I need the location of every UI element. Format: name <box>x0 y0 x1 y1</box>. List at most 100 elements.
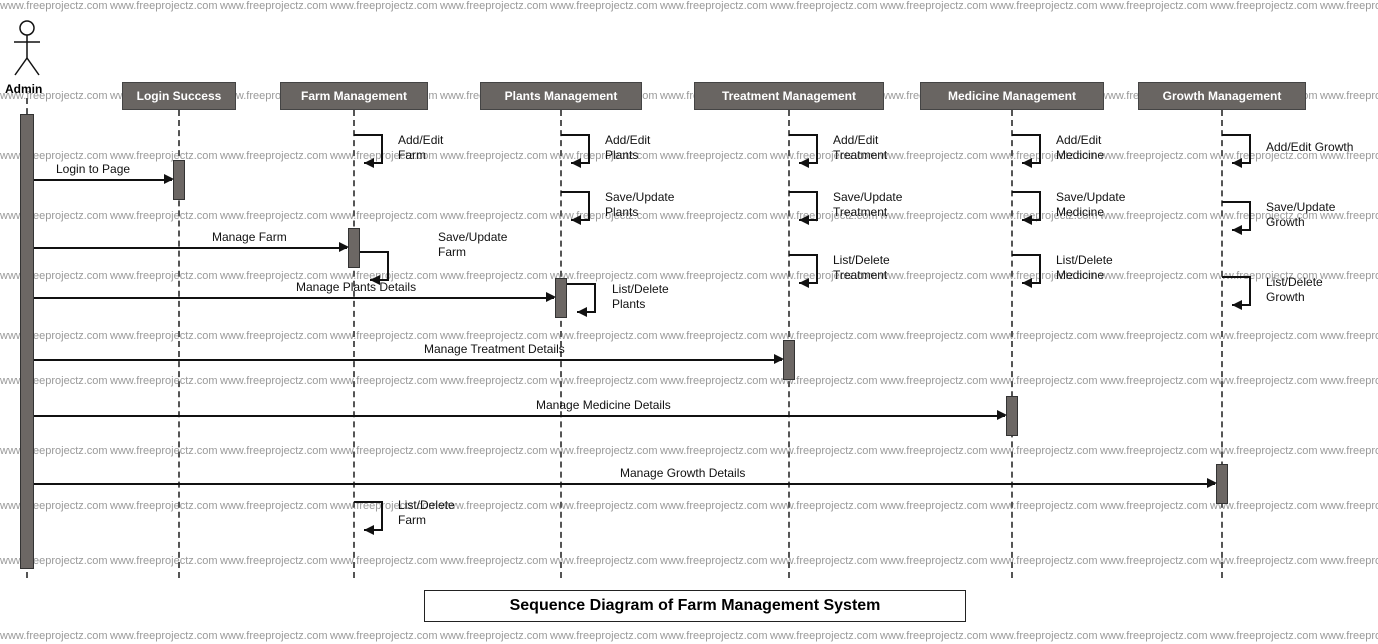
watermark: www.freeprojectz.com <box>880 210 988 222</box>
self-farm-addedit-label: Add/Edit <box>398 133 443 147</box>
watermark: www.freeprojectz.com <box>880 270 988 282</box>
watermark: www.freeprojectz.com <box>880 330 988 342</box>
msg-login-arrow <box>164 174 174 184</box>
watermark: www.freeprojectz.com <box>220 0 328 12</box>
watermark: www.freeprojectz.com <box>440 445 548 457</box>
watermark: www.freeprojectz.com <box>220 330 328 342</box>
watermark: www.freeprojectz.com <box>550 330 658 342</box>
watermark: www.freeprojectz.com <box>330 330 438 342</box>
watermark: www.freeprojectz.com <box>1320 500 1378 512</box>
msg-plants-arrow <box>546 292 556 302</box>
watermark: www.freeprojectz.com <box>0 330 108 342</box>
msg-treatment-label: Manage Treatment Details <box>424 342 565 356</box>
self-plants-saveupdate-label: Save/Update <box>605 190 674 204</box>
watermark: www.freeprojectz.com <box>770 500 878 512</box>
activation-medicine <box>1006 396 1018 436</box>
watermark: www.freeprojectz.com <box>0 555 108 567</box>
watermark: www.freeprojectz.com <box>0 445 108 457</box>
watermark: www.freeprojectz.com <box>1100 0 1208 12</box>
watermark: www.freeprojectz.com <box>1100 150 1208 162</box>
watermark: www.freeprojectz.com <box>0 210 108 222</box>
watermark: www.freeprojectz.com <box>330 630 438 642</box>
watermark: www.freeprojectz.com <box>110 630 218 642</box>
activation-plants <box>555 278 567 318</box>
self-treatment-saveupdate-label: Save/Update <box>833 190 902 204</box>
participant-farm: Farm Management <box>280 82 428 110</box>
self-farm-saveupdate-label: Save/Update <box>438 230 507 244</box>
self-growth-saveupdate-label: Save/Update <box>1266 200 1335 214</box>
watermark: www.freeprojectz.com <box>0 0 108 12</box>
watermark: www.freeprojectz.com <box>880 630 988 642</box>
watermark: www.freeprojectz.com <box>440 630 548 642</box>
participant-medicine: Medicine Management <box>920 82 1104 110</box>
watermark: www.freeprojectz.com <box>440 375 548 387</box>
watermark: www.freeprojectz.com <box>1320 270 1378 282</box>
actor-admin-label: Admin <box>5 82 42 96</box>
msg-farm-line <box>34 247 347 249</box>
watermark: www.freeprojectz.com <box>880 555 988 567</box>
participant-login: Login Success <box>122 82 236 110</box>
watermark: www.freeprojectz.com <box>660 0 768 12</box>
participant-plants: Plants Management <box>480 82 642 110</box>
self-plants-listdelete-label: List/Delete <box>612 282 669 296</box>
watermark: www.freeprojectz.com <box>1100 500 1208 512</box>
watermark: www.freeprojectz.com <box>990 555 1098 567</box>
watermark: www.freeprojectz.com <box>880 375 988 387</box>
watermark: www.freeprojectz.com <box>660 210 768 222</box>
watermark: www.freeprojectz.com <box>440 270 548 282</box>
msg-medicine-arrow <box>997 410 1007 420</box>
watermark: www.freeprojectz.com <box>1320 0 1378 12</box>
watermark: www.freeprojectz.com <box>660 630 768 642</box>
watermark: www.freeprojectz.com <box>770 630 878 642</box>
self-plants-addedit-label: Add/Edit <box>605 133 650 147</box>
lifeline-growth <box>1221 110 1223 578</box>
watermark: www.freeprojectz.com <box>1320 630 1378 642</box>
lifeline-medicine <box>1011 110 1013 578</box>
watermark: www.freeprojectz.com <box>110 210 218 222</box>
msg-growth-label: Manage Growth Details <box>620 466 745 480</box>
watermark: www.freeprojectz.com <box>220 375 328 387</box>
self-medicine-addedit-label: Add/Edit <box>1056 133 1101 147</box>
watermark: www.freeprojectz.com <box>990 375 1098 387</box>
watermark: www.freeprojectz.com <box>440 0 548 12</box>
msg-plants-line <box>34 297 554 299</box>
watermark: www.freeprojectz.com <box>1210 330 1318 342</box>
watermark: www.freeprojectz.com <box>330 445 438 457</box>
msg-growth-line <box>34 483 1215 485</box>
watermark: www.freeprojectz.com <box>110 0 218 12</box>
watermark: www.freeprojectz.com <box>550 555 658 567</box>
activation-growth <box>1216 464 1228 504</box>
watermark: www.freeprojectz.com <box>1210 0 1318 12</box>
watermark: www.freeprojectz.com <box>1100 445 1208 457</box>
watermark: www.freeprojectz.com <box>660 150 768 162</box>
watermark: www.freeprojectz.com <box>1320 375 1378 387</box>
watermark: www.freeprojectz.com <box>660 270 768 282</box>
watermark: www.freeprojectz.com <box>990 0 1098 12</box>
watermark: www.freeprojectz.com <box>330 375 438 387</box>
watermark: www.freeprojectz.com <box>220 555 328 567</box>
self-growth-listdelete-label: List/Delete <box>1266 275 1323 289</box>
watermark: www.freeprojectz.com <box>550 375 658 387</box>
self-medicine-listdelete-label: List/Delete <box>1056 253 1113 267</box>
msg-treatment-line <box>34 359 782 361</box>
activation-admin <box>20 114 34 569</box>
watermark: www.freeprojectz.com <box>1210 555 1318 567</box>
watermark: www.freeprojectz.com <box>1320 555 1378 567</box>
watermark: www.freeprojectz.com <box>0 500 108 512</box>
watermark: www.freeprojectz.com <box>1210 375 1318 387</box>
watermark: www.freeprojectz.com <box>1100 375 1208 387</box>
watermark: www.freeprojectz.com <box>0 375 108 387</box>
self-treatment-listdelete-label: List/Delete <box>833 253 890 267</box>
watermark: www.freeprojectz.com <box>110 150 218 162</box>
watermark: www.freeprojectz.com <box>550 445 658 457</box>
diagram-title: Sequence Diagram of Farm Management Syst… <box>424 590 966 622</box>
watermark: www.freeprojectz.com <box>990 630 1098 642</box>
watermark: www.freeprojectz.com <box>440 500 548 512</box>
watermark: www.freeprojectz.com <box>110 500 218 512</box>
participant-treatment: Treatment Management <box>694 82 884 110</box>
watermark: www.freeprojectz.com <box>990 330 1098 342</box>
watermark: www.freeprojectz.com <box>880 445 988 457</box>
watermark: www.freeprojectz.com <box>990 500 1098 512</box>
participant-growth: Growth Management <box>1138 82 1306 110</box>
watermark: www.freeprojectz.com <box>330 0 438 12</box>
